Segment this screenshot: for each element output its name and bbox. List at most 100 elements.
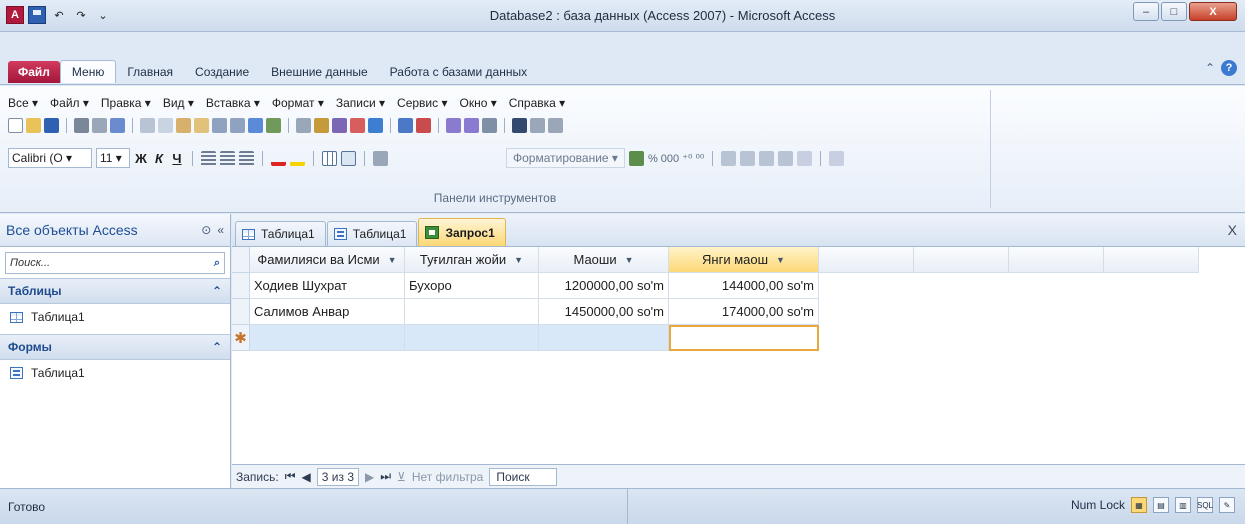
nav-item-form[interactable]: Таблица1 (0, 360, 230, 386)
background-color-icon[interactable] (797, 150, 813, 166)
chevron-down-icon[interactable]: ▼ (625, 255, 634, 265)
table-cell[interactable]: 1450000,00 so'm (539, 299, 669, 325)
tab-file[interactable]: Файл (8, 61, 60, 83)
new-icon[interactable] (8, 118, 23, 133)
new-record-marker[interactable]: ✱ (232, 325, 250, 351)
next-record-button[interactable]: ▶ (365, 470, 374, 484)
menu-records[interactable]: Записи ▾ (336, 96, 385, 110)
select-all-corner[interactable] (232, 247, 250, 273)
doc-tab-table[interactable]: Таблица1 (235, 221, 326, 246)
doc-tab-query[interactable]: Запрос1 (418, 218, 506, 246)
record-search-input[interactable]: Поиск (489, 467, 558, 486)
relationships-icon[interactable] (266, 118, 281, 133)
column-header[interactable]: Янги маош ▼ (669, 247, 819, 273)
save-icon[interactable] (44, 118, 59, 133)
column-header[interactable]: Фамилияси ва Исми ▼ (250, 247, 405, 273)
alternate-row-color-icon[interactable] (341, 150, 356, 166)
filter-icon[interactable]: ⊻ (397, 470, 406, 484)
table-cell[interactable]: Бухоро (405, 273, 539, 299)
filter-by-form-icon[interactable] (464, 118, 479, 133)
new-record-icon[interactable] (530, 118, 545, 133)
minimize-ribbon-icon[interactable]: ⌃ (1205, 61, 1215, 75)
bold-button[interactable]: Ж (134, 151, 148, 166)
form-view-icon[interactable] (350, 118, 365, 133)
nav-search-input[interactable]: Поиск... ⌕ (5, 252, 225, 274)
tab-home[interactable]: Главная (116, 61, 184, 83)
align-left-icon[interactable] (201, 150, 216, 166)
nav-pane-header[interactable]: Все объекты Access ⊙ « (0, 214, 230, 247)
underline-button[interactable]: Ч (170, 151, 184, 166)
tab-database-tools[interactable]: Работа с базами данных (379, 61, 538, 83)
datasheet-view-icon[interactable]: ▦ (1131, 497, 1147, 513)
increase-indent-icon[interactable] (778, 150, 794, 166)
pivotchart-view-icon[interactable]: ▥ (1175, 497, 1191, 513)
macro-icon[interactable] (332, 118, 347, 133)
print-preview-icon[interactable] (92, 118, 107, 133)
nav-menu-icon[interactable]: ⊙ (201, 223, 211, 237)
minimize-button[interactable]: – (1133, 2, 1159, 21)
chevron-down-icon[interactable]: ▼ (776, 255, 785, 265)
close-button[interactable]: X (1189, 2, 1237, 21)
menu-tools[interactable]: Сервис ▾ (397, 96, 447, 110)
table-cell[interactable]: Ходиев Шухрат (250, 273, 405, 299)
collapse-group-icon[interactable]: ⌃ (212, 340, 222, 354)
table-cell[interactable] (405, 299, 539, 325)
copy-icon[interactable] (158, 118, 173, 133)
print-icon[interactable] (74, 118, 89, 133)
collapse-group-icon[interactable]: ⌃ (212, 284, 222, 298)
current-record-field[interactable]: 3 из 3 (316, 467, 359, 486)
nav-group-tables[interactable]: Таблицы ⌃ (0, 278, 230, 304)
fill-color-icon[interactable] (290, 151, 305, 166)
menu-insert[interactable]: Вставка ▾ (206, 96, 260, 110)
apply-filter-icon[interactable] (482, 118, 497, 133)
nav-group-forms[interactable]: Формы ⌃ (0, 334, 230, 360)
currency-icon[interactable] (628, 150, 644, 166)
undo-icon[interactable] (212, 118, 227, 133)
maximize-button[interactable]: □ (1161, 2, 1187, 21)
font-color-icon[interactable] (271, 151, 286, 166)
font-size-select[interactable]: 11 ▾ (96, 148, 130, 168)
table-cell[interactable] (539, 325, 669, 351)
spelling-icon[interactable] (110, 118, 125, 133)
bullets-icon[interactable] (721, 150, 737, 166)
text-direction-icon[interactable] (829, 150, 845, 166)
cut-icon[interactable] (140, 118, 155, 133)
previous-record-button[interactable]: ◀ (302, 470, 311, 484)
redo-icon[interactable] (230, 118, 245, 133)
tab-create[interactable]: Создание (184, 61, 260, 83)
help-icon[interactable]: ? (1221, 60, 1237, 76)
filter-status[interactable]: Нет фильтра (412, 470, 484, 484)
numbering-icon[interactable] (740, 150, 756, 166)
properties-icon[interactable] (296, 118, 311, 133)
table-cell[interactable]: 1200000,00 so'm (539, 273, 669, 299)
align-center-icon[interactable] (220, 150, 235, 166)
chevron-down-icon[interactable]: ▼ (388, 255, 397, 265)
row-selector[interactable] (232, 299, 250, 325)
last-record-button[interactable]: ⏭ (380, 469, 391, 484)
find-icon[interactable] (512, 118, 527, 133)
table-cell[interactable]: 174000,00 so'm (669, 299, 819, 325)
close-document-icon[interactable]: X (1228, 222, 1237, 238)
font-name-select[interactable]: Calibri (О ▾ (8, 148, 92, 168)
menu-view[interactable]: Вид ▾ (163, 96, 194, 110)
column-header[interactable]: Туғилган жойи ▼ (405, 247, 539, 273)
design-view-icon[interactable] (368, 118, 383, 133)
number-format-buttons[interactable]: % 000 ⁺⁰ ⁰⁰ (648, 152, 704, 165)
design-view-icon[interactable]: ✎ (1219, 497, 1235, 513)
formatting-dropdown[interactable]: Форматирование ▾ (506, 148, 625, 168)
sql-view-icon[interactable]: SQL (1197, 497, 1213, 513)
first-record-button[interactable]: ⏮ (285, 469, 296, 484)
active-cell[interactable] (669, 325, 819, 351)
menu-format[interactable]: Формат ▾ (272, 96, 324, 110)
menu-file[interactable]: Файл ▾ (50, 96, 89, 110)
sort-descending-icon[interactable] (416, 118, 431, 133)
pivottable-view-icon[interactable]: ▤ (1153, 497, 1169, 513)
open-icon[interactable] (26, 118, 41, 133)
gridlines-icon[interactable] (322, 150, 337, 166)
table-cell[interactable] (250, 325, 405, 351)
insert-hyperlink-icon[interactable] (248, 118, 263, 133)
decrease-indent-icon[interactable] (759, 150, 775, 166)
code-icon[interactable] (314, 118, 329, 133)
doc-tab-form[interactable]: Таблица1 (326, 221, 418, 246)
delete-record-icon[interactable] (548, 118, 563, 133)
